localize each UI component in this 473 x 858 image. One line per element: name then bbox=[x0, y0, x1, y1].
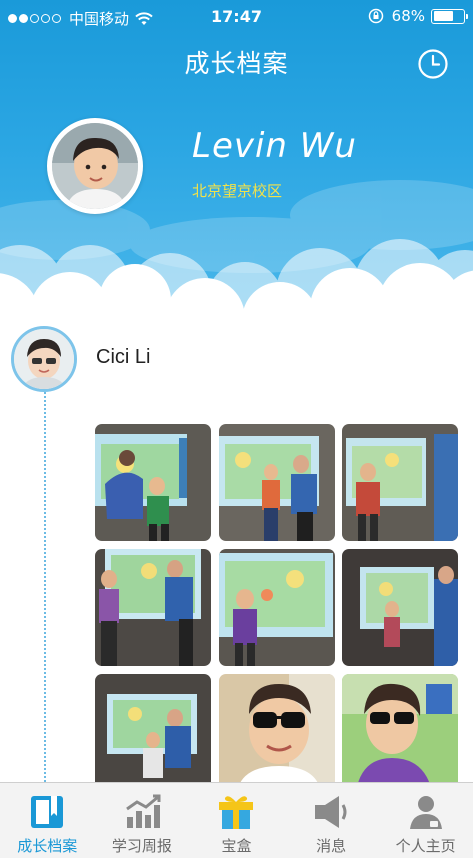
status-bar: 中国移动 17:47 68% bbox=[0, 0, 473, 34]
battery-fill bbox=[433, 11, 454, 21]
book-icon bbox=[31, 796, 64, 828]
photo-thumbnail[interactable] bbox=[342, 424, 458, 541]
photo-thumbnail[interactable] bbox=[219, 424, 335, 541]
teacher-avatar[interactable] bbox=[11, 326, 77, 392]
tab-growth-archive[interactable]: 成长档案 bbox=[0, 783, 95, 858]
campus-name: 北京望京校区 bbox=[192, 182, 283, 200]
rotation-lock-icon bbox=[368, 8, 383, 24]
tab-weekly-report[interactable]: 学习周报 bbox=[95, 783, 190, 858]
profile-header: 中国移动 17:47 68% 成长档案 Levin Wu 北京望京校区 bbox=[0, 0, 473, 318]
tab-label: 个人主页 bbox=[395, 837, 456, 855]
photo-thumbnail[interactable] bbox=[342, 549, 458, 666]
photo-thumbnail[interactable] bbox=[95, 674, 211, 791]
battery-icon bbox=[431, 8, 468, 24]
photo-thumbnail[interactable] bbox=[342, 674, 458, 791]
page-title: 成长档案 bbox=[184, 49, 289, 78]
clock-icon[interactable] bbox=[417, 48, 449, 80]
timeline-line bbox=[44, 392, 46, 782]
tab-label: 消息 bbox=[316, 837, 347, 855]
photo-thumbnail[interactable] bbox=[95, 424, 211, 541]
tab-personal-page[interactable]: 个人主页 bbox=[378, 783, 473, 858]
person-icon bbox=[409, 796, 442, 829]
tab-treasure-box[interactable]: 宝盒 bbox=[189, 783, 284, 858]
photo-thumbnail[interactable] bbox=[95, 549, 211, 666]
child-avatar[interactable] bbox=[47, 118, 143, 214]
tab-label: 宝盒 bbox=[221, 837, 252, 855]
speaker-icon bbox=[315, 796, 347, 828]
battery-percent: 68% bbox=[391, 7, 425, 25]
photo-thumbnail[interactable] bbox=[219, 674, 335, 791]
tab-label: 成长档案 bbox=[17, 837, 78, 855]
tab-label: 学习周报 bbox=[111, 837, 172, 855]
child-name: Levin Wu bbox=[192, 126, 357, 166]
chart-icon bbox=[126, 794, 161, 828]
entry-author-name[interactable]: Cici Li bbox=[96, 346, 150, 369]
tab-bar: 成长档案 学习周报 宝盒 消息 个人主页 bbox=[0, 782, 473, 858]
photo-thumbnail[interactable] bbox=[219, 549, 335, 666]
tab-messages[interactable]: 消息 bbox=[284, 783, 379, 858]
gift-icon bbox=[219, 796, 254, 829]
